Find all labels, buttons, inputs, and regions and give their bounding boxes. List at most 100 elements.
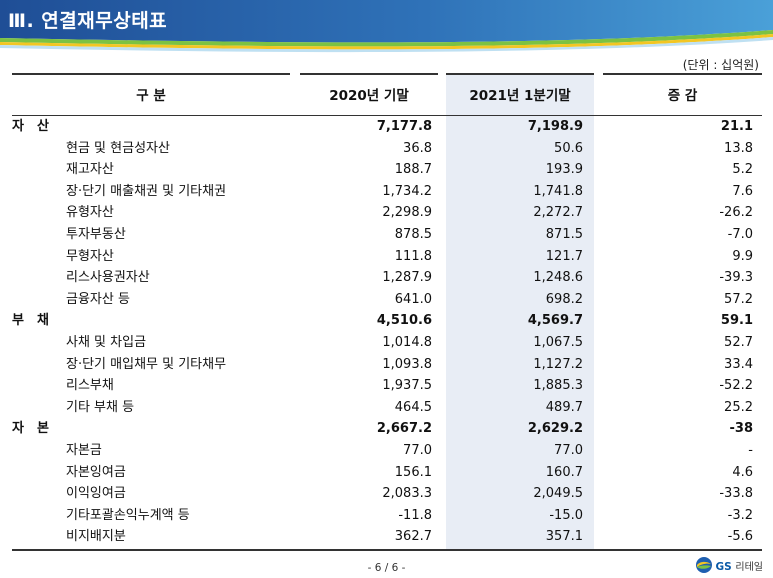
section-row: 자본 2,667.2 2,629.2 -38 <box>0 418 773 440</box>
value-2021q1: 50.6 <box>554 140 583 156</box>
table-row: 장·단기 매출채권 및 기타채권 1,734.2 1,741.8 7.6 <box>0 181 773 203</box>
value-2020: 2,298.9 <box>382 205 432 221</box>
row-label: 자산 <box>12 119 62 134</box>
table-row: 리스사용권자산 1,287.9 1,248.6 -39.3 <box>0 267 773 289</box>
value-change: 5.2 <box>732 162 753 178</box>
value-2020: 4,510.6 <box>376 313 432 329</box>
table-row: 재고자산 188.7 193.9 5.2 <box>0 159 773 181</box>
value-2021q1: 2,049.5 <box>533 486 583 502</box>
value-2020: 188.7 <box>394 162 432 178</box>
value-2020: 464.5 <box>394 399 432 415</box>
value-change: 7.6 <box>732 183 753 199</box>
value-2021q1: 357.1 <box>545 529 583 545</box>
value-2021q1: 4,569.7 <box>527 313 583 329</box>
row-label: 비지배지분 <box>66 529 126 545</box>
row-label: 자본잉여금 <box>66 464 126 480</box>
table-row: 사채 및 차입금 1,014.8 1,067.5 52.7 <box>0 332 773 354</box>
value-2021q1: 7,198.9 <box>527 119 583 134</box>
value-change: -39.3 <box>719 270 753 286</box>
table-row: 기타 부채 등 464.5 489.7 25.2 <box>0 397 773 419</box>
logo-suffix: 리테일 <box>735 561 763 573</box>
title-banner: Ⅲ. 연결재무상태표 <box>0 0 773 54</box>
value-change: 59.1 <box>720 313 753 329</box>
value-change: 57.2 <box>724 291 753 307</box>
header-2021q1: 2021년 1분기말 <box>469 88 571 104</box>
value-2021q1: 1,248.6 <box>533 270 583 286</box>
value-change: 9.9 <box>732 248 753 264</box>
value-2020: 1,014.8 <box>382 335 432 350</box>
table-row: 자본잉여금 156.1 160.7 4.6 <box>0 462 773 484</box>
gs-retail-logo: GS 리테일 <box>695 556 763 574</box>
value-change: 21.1 <box>720 119 753 134</box>
value-2020: 641.0 <box>394 291 432 307</box>
value-2021q1: 2,272.7 <box>533 205 583 221</box>
row-label: 금융자산 등 <box>66 291 130 307</box>
table-top-rule <box>300 73 438 75</box>
value-change: -5.6 <box>727 529 753 545</box>
value-change: 4.6 <box>732 464 753 480</box>
section-row: 자산 7,177.8 7,198.9 21.1 <box>0 116 773 138</box>
table-row: 현금 및 현금성자산 36.8 50.6 13.8 <box>0 138 773 160</box>
value-2021q1: 489.7 <box>545 399 583 415</box>
row-label: 자본 <box>12 421 62 437</box>
page-number: - 6 / 6 - <box>367 562 406 574</box>
row-label: 리스사용권자산 <box>66 270 150 286</box>
value-2021q1: 1,067.5 <box>533 335 583 350</box>
table-row: 금융자산 등 641.0 698.2 57.2 <box>0 289 773 311</box>
table-row: 리스부채 1,937.5 1,885.3 -52.2 <box>0 375 773 397</box>
value-2021q1: 1,741.8 <box>533 183 583 199</box>
row-label: 유형자산 <box>66 205 114 221</box>
value-change: 25.2 <box>724 399 753 415</box>
table-row: 장·단기 매입채무 및 기타채무 1,093.8 1,127.2 33.4 <box>0 354 773 376</box>
value-2020: 1,937.5 <box>382 378 432 394</box>
value-2020: 2,083.3 <box>382 486 432 502</box>
row-label: 장·단기 매입채무 및 기타채무 <box>66 356 227 372</box>
value-2021q1: 121.7 <box>545 248 583 264</box>
value-change: -38 <box>729 421 754 437</box>
value-change: - <box>748 443 753 458</box>
row-label: 투자부동산 <box>66 227 126 242</box>
table-row: 투자부동산 878.5 871.5 -7.0 <box>0 224 773 246</box>
row-label: 기타 부채 등 <box>66 399 135 415</box>
table-top-rule <box>12 73 290 75</box>
table-row: 이익잉여금 2,083.3 2,049.5 -33.8 <box>0 483 773 505</box>
value-2021q1: 160.7 <box>545 464 583 480</box>
unit-label: (단위 : 십억원) <box>682 58 759 72</box>
table-top-rule <box>446 73 594 75</box>
value-2021q1: 193.9 <box>545 162 583 178</box>
table-bottom-rule <box>12 549 762 551</box>
page-title: Ⅲ. 연결재무상태표 <box>8 10 168 32</box>
value-2021q1: 1,885.3 <box>533 378 583 394</box>
table-row: 무형자산 111.8 121.7 9.9 <box>0 246 773 268</box>
table-row: 비지배지분 362.7 357.1 -5.6 <box>0 526 773 548</box>
value-2020: 156.1 <box>394 464 432 480</box>
table-top-rule <box>603 73 762 75</box>
gs-logo-icon <box>695 557 712 573</box>
row-label: 자본금 <box>66 443 102 458</box>
row-label: 장·단기 매출채권 및 기타채권 <box>66 183 227 199</box>
value-2021q1: 2,629.2 <box>527 421 583 437</box>
value-2021q1: -15.0 <box>549 507 583 523</box>
value-2020: 362.7 <box>394 529 432 545</box>
value-2020: 878.5 <box>394 227 432 242</box>
value-2020: 77.0 <box>403 443 432 458</box>
row-label: 사채 및 차입금 <box>66 335 147 350</box>
section-row: 부채 4,510.6 4,569.7 59.1 <box>0 310 773 332</box>
value-change: -7.0 <box>727 227 753 242</box>
value-change: -3.2 <box>727 507 753 523</box>
table-row: 기타포괄손익누계액 등 -11.8 -15.0 -3.2 <box>0 505 773 527</box>
value-2020: 36.8 <box>403 140 432 156</box>
value-2020: 7,177.8 <box>376 119 432 134</box>
value-2020: -11.8 <box>398 507 432 523</box>
row-label: 무형자산 <box>66 248 114 264</box>
row-label: 현금 및 현금성자산 <box>66 140 170 156</box>
value-2020: 1,287.9 <box>382 270 432 286</box>
value-change: 52.7 <box>724 335 753 350</box>
value-2020: 1,734.2 <box>382 183 432 199</box>
value-2020: 111.8 <box>394 248 432 264</box>
header-category: 구 분 <box>136 88 166 104</box>
row-label: 이익잉여금 <box>66 486 126 502</box>
row-label: 재고자산 <box>66 162 114 178</box>
header-2020: 2020년 기말 <box>329 88 409 104</box>
row-label: 부채 <box>12 313 62 329</box>
